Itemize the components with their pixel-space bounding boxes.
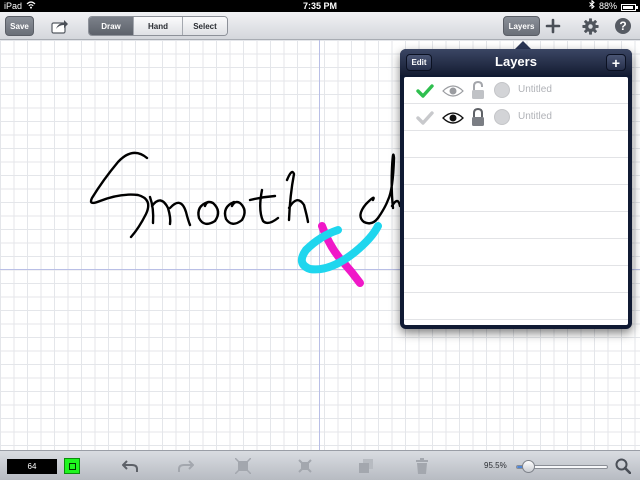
battery-icon [621,3,638,11]
letter-t-stroke [248,188,280,225]
gear-icon[interactable] [581,17,599,35]
empty-layer-row [404,158,628,185]
zoom-icon[interactable] [614,457,632,475]
checkmark-icon[interactable] [416,110,434,126]
lock-icon[interactable] [470,107,486,127]
status-right: 88% [589,0,638,12]
layers-title: Layers [495,54,537,69]
flip-icon[interactable] [234,457,252,475]
select-mode-button[interactable]: Select [183,17,227,35]
letter-h2-stroke [359,153,402,225]
eye-icon[interactable] [442,110,464,126]
empty-layer-row [404,293,628,320]
letter-o2-stroke [223,200,246,225]
bluetooth-icon [589,0,595,12]
letter-s-stroke [89,151,150,239]
hand-mode-button[interactable]: Hand [134,17,183,35]
layers-list: Untitled Untitled [404,77,628,325]
add-layer-button[interactable]: + [606,54,626,71]
layer-row[interactable]: Untitled [404,104,628,131]
unlocked-icon[interactable] [470,80,486,100]
empty-layer-row [404,266,628,293]
layer-color-dot[interactable] [494,109,510,125]
layer-color-dot[interactable] [494,82,510,98]
layers-button[interactable]: Layers [503,16,540,36]
letter-o1-stroke [197,200,220,226]
color-swatch-inner [68,462,76,470]
plus-icon[interactable] [544,17,562,35]
brush-size-field[interactable]: 64 [7,459,57,474]
top-toolbar: Save Draw Hand Select Layers ? [0,12,640,40]
layer-row[interactable]: Untitled [404,77,628,104]
bottom-toolbar: 64 95.5% [0,450,640,480]
mode-segmented-control: Draw Hand Select [88,16,228,36]
redo-icon[interactable] [177,457,195,475]
layers-popover: Edit Layers + Untitled Untitled [400,49,632,329]
share-icon[interactable] [51,17,69,35]
draw-mode-button[interactable]: Draw [89,17,134,35]
zoom-slider-thumb[interactable] [522,460,536,473]
battery-percent: 88% [598,1,617,11]
help-icon[interactable]: ? [614,17,632,35]
eye-icon[interactable] [442,83,464,99]
layers-popover-header: Edit Layers + [400,49,632,75]
crop-icon[interactable] [296,457,314,475]
copy-icon[interactable] [357,457,375,475]
brush-color-swatch[interactable] [64,458,80,474]
save-button[interactable]: Save [5,16,34,36]
letter-h1-stroke [285,170,310,224]
zoom-slider[interactable] [516,460,608,473]
undo-icon[interactable] [121,457,139,475]
layer-name[interactable]: Untitled [518,84,552,95]
status-time: 7:35 PM [302,1,337,11]
status-bar: iPad 7:35 PM 88% [0,0,640,12]
checkmark-icon[interactable] [416,83,434,99]
empty-layer-row [404,239,628,266]
letter-m-stroke [148,195,192,227]
svg-text:?: ? [619,19,626,33]
battery-fill [623,5,633,9]
empty-layer-row [404,131,628,158]
empty-layer-row [404,212,628,239]
zoom-level-label: 95.5% [484,461,507,470]
trash-icon[interactable] [413,457,431,475]
empty-layer-row [404,185,628,212]
layer-name[interactable]: Untitled [518,111,552,122]
